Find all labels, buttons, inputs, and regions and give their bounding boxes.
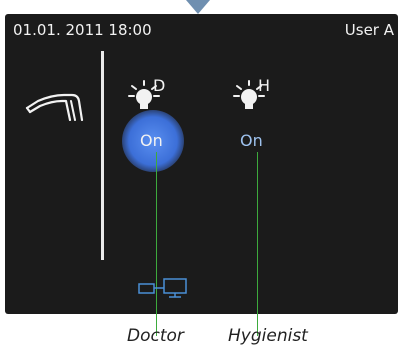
network-icon — [138, 278, 187, 298]
handpiece-icon — [25, 93, 84, 121]
datetime-display: 01.01. 2011 18:00 — [13, 21, 152, 39]
hygienist-callout-line — [257, 152, 258, 336]
device-screen — [5, 14, 398, 314]
doctor-light-letter: D — [153, 76, 166, 95]
hygienist-caption: Hygienist — [228, 326, 308, 346]
user-label[interactable]: User A — [345, 21, 394, 39]
doctor-light-state: On — [140, 131, 163, 150]
hygienist-light-toggle-button[interactable]: On — [240, 131, 263, 150]
hygienist-light-letter: H — [258, 76, 271, 95]
doctor-callout-line — [156, 152, 157, 336]
pointer-arrow — [186, 0, 210, 14]
panel-divider — [101, 51, 104, 260]
doctor-caption: Doctor — [127, 326, 184, 346]
